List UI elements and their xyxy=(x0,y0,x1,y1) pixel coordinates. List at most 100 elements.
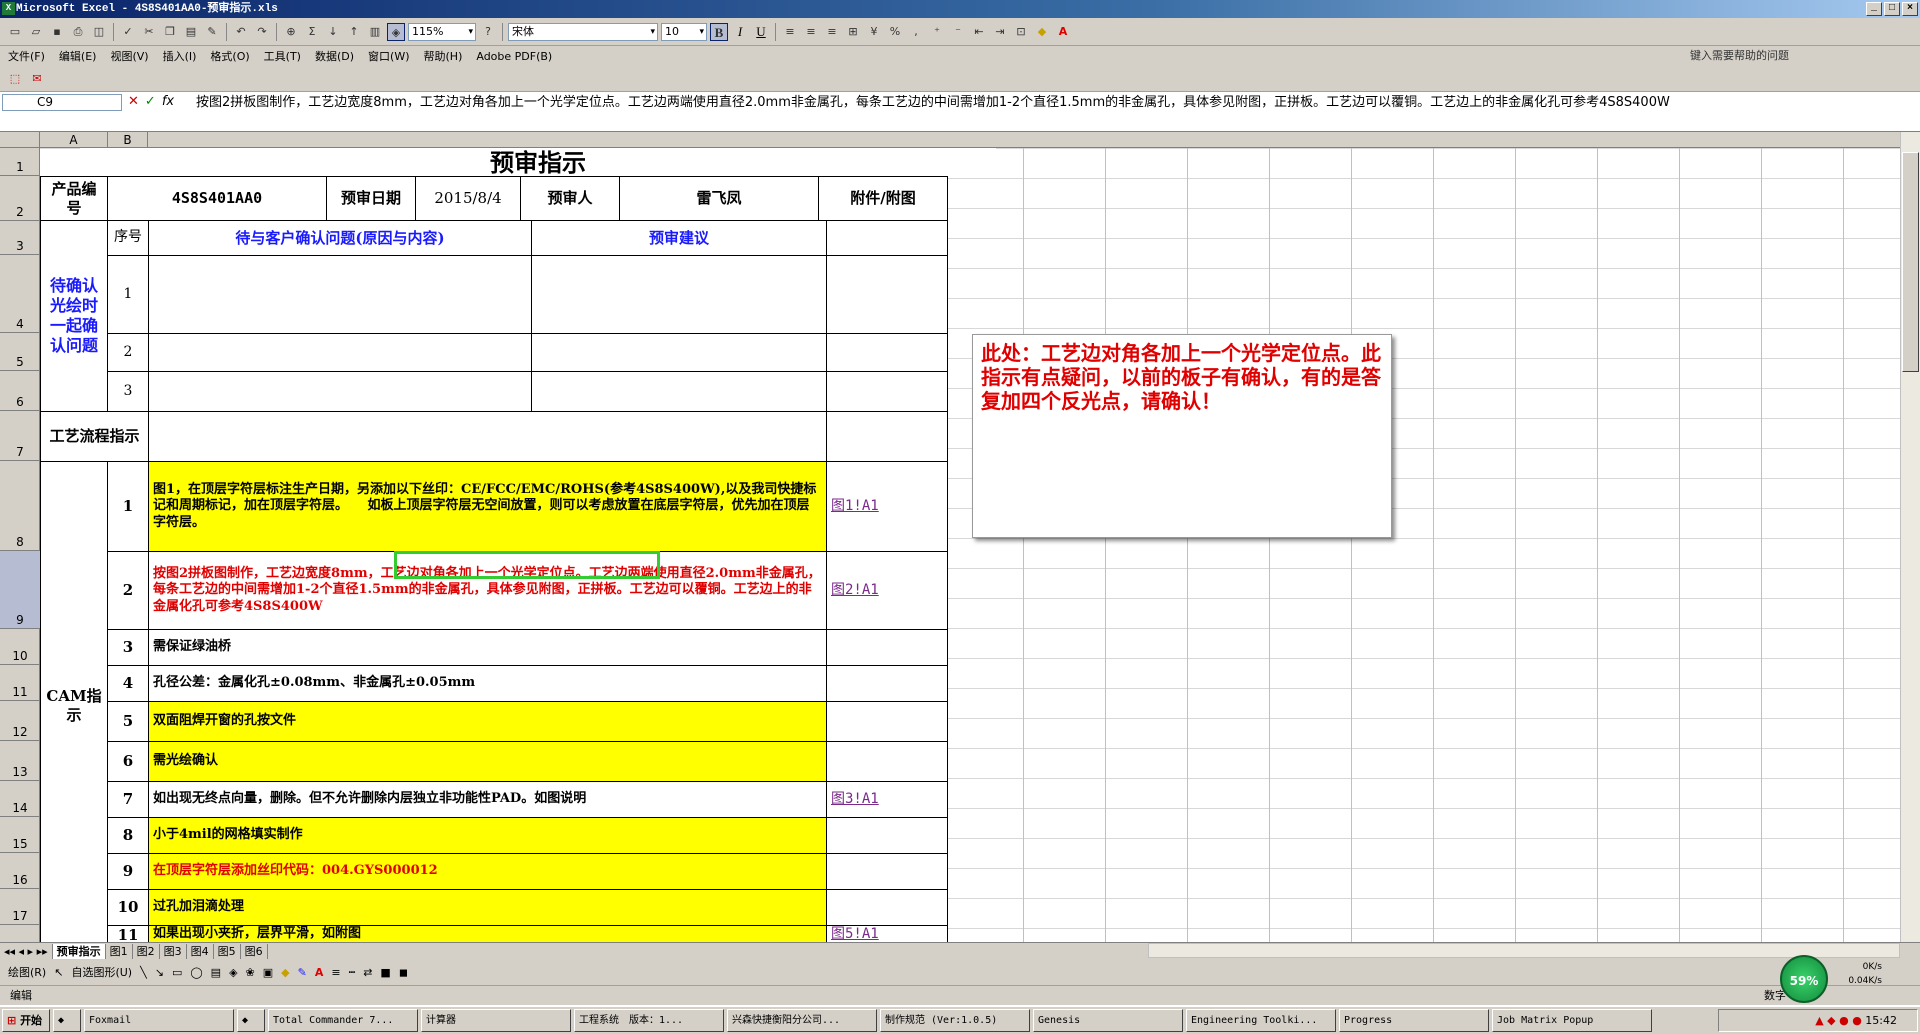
help-icon[interactable]: ? xyxy=(479,23,497,41)
pointer-icon[interactable]: ↖ xyxy=(54,966,63,979)
tab-fig3[interactable]: 图3 xyxy=(159,943,187,959)
redo-icon[interactable]: ↷ xyxy=(253,23,271,41)
row-header[interactable]: 14 xyxy=(0,781,40,817)
tab-review[interactable]: 预审指示 xyxy=(52,943,106,959)
align-right-icon[interactable]: ≡ xyxy=(823,23,841,41)
sort-asc-icon[interactable]: ↓ xyxy=(324,23,342,41)
column-header-a[interactable]: A xyxy=(40,132,108,148)
row-header[interactable]: 2 xyxy=(0,176,40,221)
attach-link[interactable]: 图3!A1 xyxy=(826,781,948,818)
attach-cell[interactable] xyxy=(826,889,948,926)
pending-attach[interactable] xyxy=(826,255,948,334)
decrease-indent-icon[interactable]: ⇤ xyxy=(970,23,988,41)
zoom-select[interactable]: 115% xyxy=(408,22,476,41)
line-color-icon[interactable]: ✎ xyxy=(298,966,307,979)
save-icon[interactable]: ▪ xyxy=(48,23,66,41)
task-calculator[interactable]: 计算器 xyxy=(421,1009,571,1032)
arrow-icon[interactable]: ↘ xyxy=(155,966,164,979)
percent-icon[interactable]: % xyxy=(886,23,904,41)
autoshape-menu[interactable]: 自选图形(U) xyxy=(71,964,132,980)
new-icon[interactable]: ▭ xyxy=(6,23,24,41)
cam-seq[interactable]: 8 xyxy=(107,817,149,854)
drawing-icon[interactable]: ◈ xyxy=(387,22,405,41)
chart-icon[interactable]: ▥ xyxy=(366,23,384,41)
copy-icon[interactable]: ❐ xyxy=(161,23,179,41)
attach-cell[interactable] xyxy=(826,629,948,666)
menu-edit[interactable]: 编辑(E) xyxy=(59,48,97,64)
cell-comment[interactable]: 此处：工艺边对角各加上一个光学定位点。此指示有点疑问，以前的板子有确认，有的是答… xyxy=(972,334,1392,538)
pending-advice[interactable] xyxy=(531,255,827,334)
font-select[interactable]: 宋体 xyxy=(508,22,658,41)
fx-icon[interactable]: fx xyxy=(162,94,174,109)
row-header[interactable]: 4 xyxy=(0,255,40,333)
flow-attach[interactable] xyxy=(826,411,948,462)
tab-fig1[interactable]: 图1 xyxy=(105,943,133,959)
row-header[interactable]: 10 xyxy=(0,629,40,665)
task-foxmail[interactable]: Foxmail xyxy=(84,1009,234,1032)
menu-format[interactable]: 格式(O) xyxy=(210,48,249,64)
vertical-scrollbar[interactable] xyxy=(1900,132,1920,942)
attach-cell[interactable] xyxy=(826,741,948,782)
row-header[interactable]: 15 xyxy=(0,817,40,853)
cam-seq[interactable]: 1 xyxy=(107,461,149,552)
draw-menu[interactable]: 绘图(R) xyxy=(8,964,46,980)
tray-icons[interactable]: ▲ ◆ ● ● xyxy=(1815,1014,1865,1027)
cam-seq[interactable]: 3 xyxy=(107,629,149,666)
align-center-icon[interactable]: ≡ xyxy=(802,23,820,41)
increase-decimal-icon[interactable]: ⁺ xyxy=(928,23,946,41)
row-header[interactable]: 13 xyxy=(0,741,40,781)
scroll-thumb[interactable] xyxy=(1902,152,1919,372)
cancel-icon[interactable]: ✕ xyxy=(128,94,139,109)
enter-icon[interactable]: ✓ xyxy=(145,94,156,109)
formula-input[interactable]: 按图2拼板图制作，工艺边宽度8mm，工艺边对角各加上一个光学定位点。工艺边两端使… xyxy=(196,94,1886,112)
dash-style-icon[interactable]: ┅ xyxy=(349,966,356,979)
pending-question[interactable] xyxy=(148,255,532,334)
attach-cell[interactable] xyxy=(826,220,948,256)
pending-question[interactable] xyxy=(148,333,532,372)
row-header[interactable]: 7 xyxy=(0,411,40,461)
attach-link[interactable]: 图2!A1 xyxy=(826,551,948,630)
row-header[interactable]: 6 xyxy=(0,371,40,411)
fill-color-icon[interactable]: ◆ xyxy=(1033,23,1051,41)
shadow-icon[interactable]: ■ xyxy=(380,966,390,979)
close-button[interactable]: × xyxy=(1902,2,1918,16)
cam-instruction[interactable]: 双面阻焊开窗的孔按文件 xyxy=(148,701,827,742)
3d-icon[interactable]: ◼ xyxy=(399,966,408,979)
row-header[interactable]: 11 xyxy=(0,665,40,701)
oval-icon[interactable]: ◯ xyxy=(190,966,202,979)
paste-icon[interactable]: ▤ xyxy=(182,23,200,41)
attach-cell[interactable] xyxy=(826,853,948,890)
cam-seq[interactable]: 6 xyxy=(107,741,149,782)
picture-icon[interactable]: ▣ xyxy=(263,966,273,979)
attach-cell[interactable] xyxy=(826,817,948,854)
menu-view[interactable]: 视图(V) xyxy=(110,48,148,64)
horizontal-scrollbar[interactable] xyxy=(1148,943,1900,958)
pending-seq[interactable]: 1 xyxy=(107,255,149,334)
menu-insert[interactable]: 插入(I) xyxy=(163,48,197,64)
worksheet-grid[interactable]: 预审指示 产品编号 4S8S401AA0 预审日期 2015/8/4 预审人 雷… xyxy=(40,148,1900,942)
pending-advice[interactable] xyxy=(531,333,827,372)
cam-instruction[interactable]: 小于4mil的网格填实制作 xyxy=(148,817,827,854)
pending-question[interactable] xyxy=(148,371,532,412)
pdf-email-icon[interactable]: ✉ xyxy=(28,70,46,88)
autosum-icon[interactable]: Σ xyxy=(303,23,321,41)
open-icon[interactable]: ▱ xyxy=(27,23,45,41)
tab-nav-arrows[interactable]: ◂◂ ◂ ▸ ▸▸ xyxy=(0,943,53,959)
name-box[interactable]: C9 xyxy=(2,94,122,111)
borders-icon[interactable]: ⊡ xyxy=(1012,23,1030,41)
cam-seq[interactable]: 2 xyxy=(107,551,149,630)
pending-seq[interactable]: 3 xyxy=(107,371,149,412)
row-header[interactable]: 8 xyxy=(0,461,40,551)
pdf-convert-icon[interactable]: ⬚ xyxy=(6,70,24,88)
select-all-corner[interactable] xyxy=(0,132,40,148)
font-color-icon[interactable]: A xyxy=(1054,23,1072,41)
menu-adobe-pdf[interactable]: Adobe PDF(B) xyxy=(476,50,552,63)
cam-seq[interactable]: 4 xyxy=(107,665,149,702)
task-engineering-toolkit[interactable]: Engineering Toolki... xyxy=(1186,1009,1336,1032)
preview-icon[interactable]: ◫ xyxy=(90,23,108,41)
hyperlink-icon[interactable]: ⊕ xyxy=(282,23,300,41)
line-style-icon[interactable]: ≡ xyxy=(331,966,340,979)
flow-cell[interactable] xyxy=(148,411,827,462)
quicklaunch-icon[interactable]: ◆ xyxy=(53,1009,81,1032)
spell-icon[interactable]: ✓ xyxy=(119,23,137,41)
